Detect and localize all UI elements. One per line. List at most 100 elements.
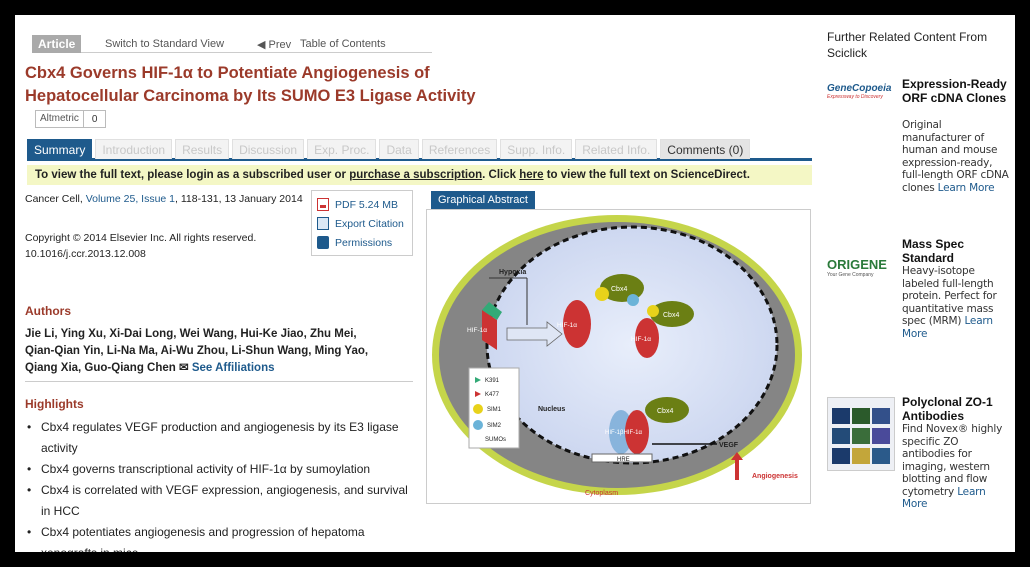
hif-mid-label: HIF-1α [557,322,577,329]
pdf-icon [317,198,329,211]
ad-title[interactable]: Polyclonal ZO-1 Antibodies [902,395,1012,423]
notice-text-post: to view the full text on ScienceDirect. [543,169,750,181]
prev-link[interactable]: ◀ Prev [257,38,291,51]
authors-list: Jie Li, Ying Xu, Xi-Dai Long, Wei Wang, … [25,326,415,377]
s1-marker [647,305,659,317]
article-title: Cbx4 Governs HIF-1α to Potentiate Angiog… [25,64,476,105]
page-canvas: Article Switch to Standard View ◀ Prev T… [15,15,1015,552]
divider [25,381,413,382]
copyright-text: Copyright © 2014 Elsevier Inc. All right… [25,232,257,244]
article-nav: Article Switch to Standard View ◀ Prev T… [32,35,432,53]
genecopoeia-logo: GeneCopoeia Expressway to Discovery [827,83,897,123]
journal-name: Cancer Cell, [25,193,86,205]
altmetric-logo: Altmetric [36,111,84,127]
permissions-link[interactable]: Permissions [317,233,407,252]
sim1-marker [473,404,483,414]
cbx4-label: Cbx4 [611,286,627,293]
citation: Cancer Cell, Volume 25, Issue 1, 118-131… [25,191,310,207]
export-citation-link[interactable]: Export Citation [317,214,407,233]
learn-more-link[interactable]: Learn More [938,182,995,194]
article-tools: PDF 5.24 MB Export Citation Permissions [311,190,413,256]
notice-text-pre: To view the full text, please login as a… [35,169,350,181]
ad-genecopoeia[interactable]: GeneCopoeia Expressway to Discovery Expr… [827,77,1012,207]
tab-data: Data [379,139,419,159]
sim2-marker [473,420,483,430]
legend-item: SUMOs [485,437,506,443]
purchase-subscription-link[interactable]: purchase a subscription [349,169,482,181]
antibody-image [832,408,890,464]
doi: 10.1016/j.ccr.2013.12.008 [25,248,146,260]
export-icon [317,217,329,230]
legend-item: SIM1 [487,407,502,413]
legend-item: SIM2 [487,423,502,429]
nucleus-label: Nucleus [538,406,565,413]
tab-results: Results [175,139,230,159]
notice-text-mid: . Click [482,169,520,181]
highlight-item: Cbx4 is correlated with VEGF expression,… [25,480,420,522]
tab-comments[interactable]: Comments (0) [660,139,751,159]
toc-link[interactable]: Table of Contents [300,38,386,50]
tab-introduction: Introduction [95,139,173,159]
genecopoeia-logo-sub: Expressway to Discovery [827,94,883,100]
export-label: Export Citation [335,217,404,230]
hypoxia-label: Hypoxia [499,269,526,276]
vegf-label: VEGF [719,442,739,449]
permissions-label: Permissions [335,236,393,249]
volume-issue-link[interactable]: Volume 25, Issue 1 [86,193,175,205]
s2-marker [627,294,639,306]
tab-related-info: Related Info. [575,139,658,159]
switch-view-link[interactable]: Switch to Standard View [105,38,224,50]
access-notice: To view the full text, please login as a… [27,165,812,185]
origene-logo: ORIGENE Your Gene Company [827,257,897,297]
origene-logo-sub: Your Gene Company [827,272,874,278]
authors-line-2: Qian-Qian Yin, Li-Na Ma, Ai-Wu Zhou, Li-… [25,345,369,357]
ad-text: Find Novex® highly specific ZO antibodie… [902,423,1012,511]
tab-summary[interactable]: Summary [27,139,93,159]
antibody-thumbnail [827,397,895,471]
highlights-list: Cbx4 regulates VEGF production and angio… [25,417,420,552]
highlight-item: Cbx4 potentiates angiogenesis and progre… [25,522,420,552]
see-affiliations-link[interactable]: See Affiliations [192,362,275,374]
graphical-abstract-tab[interactable]: Graphical Abstract [431,191,535,209]
genecopoeia-logo-text: GeneCopoeia [827,83,892,94]
hif-dimer-label: HIF-1βHIF-1α [605,430,642,436]
pdf-link[interactable]: PDF 5.24 MB [317,195,407,214]
hif-left-label: HIF-1α [467,327,487,334]
cbx4-label: Cbx4 [657,408,673,415]
authors-line-1: Jie Li, Ying Xu, Xi-Dai Long, Wei Wang, … [25,328,357,340]
legend-item: K477 [485,392,500,398]
ad-title[interactable]: Expression-Ready ORF cDNA Clones [902,77,1012,105]
tab-exp-proc: Exp. Proc. [307,139,377,159]
sidebar-title: Further Related Content From Sciclick [827,30,988,60]
copyright-block: Copyright © 2014 Elsevier Inc. All right… [25,230,310,262]
angiogenesis-label: Angiogenesis [752,473,798,480]
article-tabs: Summary Introduction Results Discussion … [27,139,812,161]
graphical-abstract-figure: Hypoxia HIF-1α HIF-1α HIF-1α Cbx4 Cbx4 C… [432,215,802,497]
authors-heading: Authors [25,304,71,318]
cytoplasm-label: Cytoplasm [585,490,618,497]
altmetric-badge[interactable]: Altmetric 0 [35,110,107,128]
authors-line-3-text: Qiang Xia, Guo-Qiang Chen [25,362,176,374]
mail-icon: ✉ [179,362,189,374]
sciencedirect-here-link[interactable]: here [519,169,543,181]
tab-references: References [421,139,498,159]
ad-novex[interactable]: Polyclonal ZO-1 Antibodies Find Novex® h… [827,395,1012,515]
article-label: Article [32,35,82,53]
authors-line-3: Qiang Xia, Guo-Qiang Chen ✉ See Affiliat… [25,360,415,377]
permissions-icon [317,236,329,249]
ad-origene[interactable]: ORIGENE Your Gene Company Mass Spec Stan… [827,237,1012,347]
ad-title[interactable]: Mass Spec Standard [902,237,1012,265]
pages-date: , 118-131, 13 January 2014 [175,193,303,205]
highlights-heading: Highlights [25,397,84,411]
altmetric-count: 0 [91,113,98,125]
tab-supp-info: Supp. Info. [500,139,573,159]
ad-body: Find Novex® highly specific ZO antibodie… [902,423,1003,498]
ad-text: Original manufacturer of human and mouse… [902,119,1012,194]
highlight-item: Cbx4 regulates VEGF production and angio… [25,417,420,459]
tab-discussion: Discussion [232,139,305,159]
legend-item: K391 [485,378,500,384]
highlight-item: Cbx4 governs transcriptional activity of… [25,459,420,480]
s1-marker [595,287,609,301]
ad-text: Heavy-isotope labeled full-length protei… [902,265,1012,340]
hif-top-label: HIF-1α [631,336,651,343]
